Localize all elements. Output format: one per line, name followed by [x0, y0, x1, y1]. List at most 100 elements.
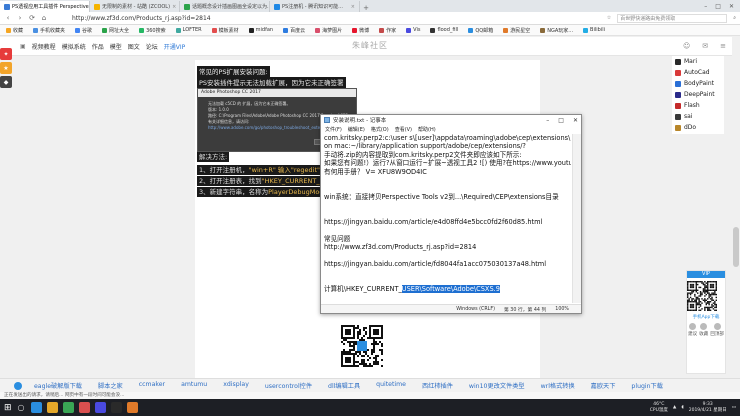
site-nav-item[interactable]: 论坛: [146, 42, 158, 51]
software-item[interactable]: Flash: [672, 100, 724, 111]
minimize-icon[interactable]: –: [546, 117, 549, 124]
back-icon[interactable]: ‹: [4, 14, 12, 22]
notepad-menu-item[interactable]: 文件(F): [325, 126, 342, 133]
software-item[interactable]: dDo: [672, 122, 724, 133]
search-input[interactable]: 百世野快递路由免费领取: [617, 13, 728, 23]
notepad-scrollbar[interactable]: [572, 134, 581, 303]
bookmark-item[interactable]: Vis: [406, 27, 420, 33]
notification-icon[interactable]: ▭: [732, 405, 736, 410]
close-icon[interactable]: ✕: [573, 117, 578, 124]
notepad-menu-item[interactable]: 帮助(H): [418, 126, 436, 133]
bookmark-item[interactable]: LOFTER: [175, 27, 202, 33]
home-icon[interactable]: ⌂: [40, 14, 48, 22]
page-scrollbar[interactable]: [732, 37, 740, 378]
site-nav-item[interactable]: 图文: [128, 42, 140, 51]
bookmark-item[interactable]: QQ邮箱: [468, 27, 493, 34]
tab-close-icon[interactable]: ×: [172, 4, 176, 10]
menu-icon[interactable]: ≡: [720, 42, 726, 50]
bookmark-item[interactable]: 手机收藏夹: [33, 27, 65, 34]
plugin-icon[interactable]: ◆: [0, 76, 12, 88]
bookmark-item[interactable]: NGA玩家...: [540, 27, 573, 34]
software-item[interactable]: AutoCad: [672, 67, 724, 78]
software-item[interactable]: BodyPaint: [672, 78, 724, 89]
tag-link[interactable]: eagle破解版下载: [26, 381, 90, 390]
sidebar-action[interactable]: 建议: [688, 323, 697, 337]
bookmark-item[interactable]: 360搜索: [139, 27, 166, 34]
message-icon[interactable]: ✉: [702, 42, 708, 50]
tag-link[interactable]: usercontrol控件: [257, 381, 320, 390]
tag-link[interactable]: wrl格式转换: [533, 381, 583, 390]
star-icon[interactable]: ☆: [607, 15, 611, 21]
notepad-titlebar[interactable]: 安装说明.txt - 记事本 – □ ✕: [321, 115, 581, 125]
maximize-icon[interactable]: □: [715, 3, 721, 10]
bookmark-item[interactable]: Bilibili: [583, 27, 605, 33]
software-item[interactable]: sai: [672, 111, 724, 122]
tag-link[interactable]: win10更改文件类型: [461, 381, 533, 390]
tag-link[interactable]: plugin下载: [623, 381, 671, 390]
site-nav-item[interactable]: 模拟系统: [62, 42, 86, 51]
minimize-icon[interactable]: –: [704, 3, 707, 10]
tag-link[interactable]: xdisplay: [215, 381, 257, 390]
tag-link[interactable]: 嘉欧天下: [583, 381, 624, 390]
taskbar-app-icon[interactable]: [78, 402, 90, 413]
tag-link[interactable]: quitetime: [368, 381, 414, 390]
bookmark-item[interactable]: 作家: [379, 27, 396, 34]
search-icon[interactable]: ○: [18, 403, 25, 412]
software-item[interactable]: DeepPaint: [672, 89, 724, 100]
bookmark-item[interactable]: 模板素材: [211, 27, 239, 34]
site-nav-item[interactable]: 作品: [92, 42, 104, 51]
maximize-icon[interactable]: □: [558, 117, 564, 124]
app-download-label[interactable]: 手机App下载: [687, 314, 725, 320]
sidebar-action[interactable]: 收藏: [699, 323, 708, 337]
taskbar-app-icon[interactable]: [62, 402, 74, 413]
notepad-menu-item[interactable]: 查看(V): [395, 126, 412, 133]
star-badge-icon[interactable]: ★: [0, 62, 12, 74]
taskbar-app-icon[interactable]: [46, 402, 58, 413]
vip-tag[interactable]: VIP: [687, 271, 725, 278]
bookmark-item[interactable]: 网址大全: [102, 27, 129, 34]
browser-tab[interactable]: 无限制的素材 - 站酷 (ZCOOL) ×: [90, 1, 180, 12]
reload-icon[interactable]: ⟳: [28, 14, 36, 22]
close-icon[interactable]: ✕: [729, 3, 734, 10]
taskbar-app-icon[interactable]: [110, 402, 122, 413]
open-vip-link[interactable]: 开通VIP: [164, 42, 186, 51]
tag-link[interactable]: 西红柿插件: [414, 381, 461, 390]
browser-tab[interactable]: PS注册机 - 腾讯知识可能... ×: [270, 1, 360, 12]
tag-link[interactable]: amtumu: [173, 381, 215, 390]
tag-link[interactable]: ccmaker: [131, 381, 173, 390]
notepad-window[interactable]: 安装说明.txt - 记事本 – □ ✕ 文件(F) 编辑(E) 格式(O) 查看(V…: [320, 114, 582, 314]
bookmark-item[interactable]: midfan: [248, 27, 273, 33]
start-icon[interactable]: ⊞: [4, 403, 12, 413]
sidebar-action[interactable]: 回顶部: [710, 323, 724, 337]
software-item[interactable]: Mari: [672, 56, 724, 67]
site-nav-item[interactable]: 模型: [110, 42, 122, 51]
bookmark-item[interactable]: 游民星空: [503, 27, 530, 34]
bookmark-item[interactable]: 海萝图片: [315, 27, 342, 34]
search-icon[interactable]: ⌕: [733, 15, 736, 21]
taskbar-app-icon[interactable]: [30, 402, 42, 413]
notepad-menu-item[interactable]: 格式(O): [371, 126, 389, 133]
bookmark-item[interactable]: 谷歌: [75, 27, 92, 34]
taskbar-app-icon[interactable]: [94, 402, 106, 413]
forward-icon[interactable]: ›: [16, 14, 24, 22]
url-input[interactable]: http://www.zf3d.com/Products_rj.asp?id=2…: [72, 15, 603, 22]
network-icon[interactable]: ▲: [673, 405, 676, 410]
user-icon[interactable]: ☺: [683, 42, 690, 50]
gift-icon[interactable]: ✦: [0, 48, 12, 60]
browser-tab[interactable]: PS透视应用工具插件 Perspective T...×: [0, 1, 90, 12]
bookmark-item[interactable]: 收藏: [6, 27, 23, 34]
site-nav-item[interactable]: 视频教程: [32, 42, 56, 51]
notepad-textarea[interactable]: com.kritsky.perp2:c:\user s\[user]\appda…: [324, 134, 571, 303]
volume-icon[interactable]: ◖: [681, 405, 683, 410]
bookmark-item[interactable]: flood_fill: [430, 27, 458, 33]
new-tab-button[interactable]: +: [360, 4, 372, 12]
tag-link[interactable]: dll编辑工具: [320, 381, 368, 390]
bookmark-item[interactable]: 百度云: [283, 27, 305, 34]
scrollbar-thumb[interactable]: [733, 227, 739, 267]
bookmark-item[interactable]: 微博: [352, 27, 369, 34]
browser-tab[interactable]: 话题概念设计插画图画全设定以为...×: [180, 1, 270, 12]
taskbar-app-icon[interactable]: [126, 402, 138, 413]
clock[interactable]: 9:33 2019/4/21 星期日: [689, 402, 727, 413]
tab-close-icon[interactable]: ×: [351, 4, 355, 10]
tag-link[interactable]: 脚本之家: [90, 381, 131, 390]
